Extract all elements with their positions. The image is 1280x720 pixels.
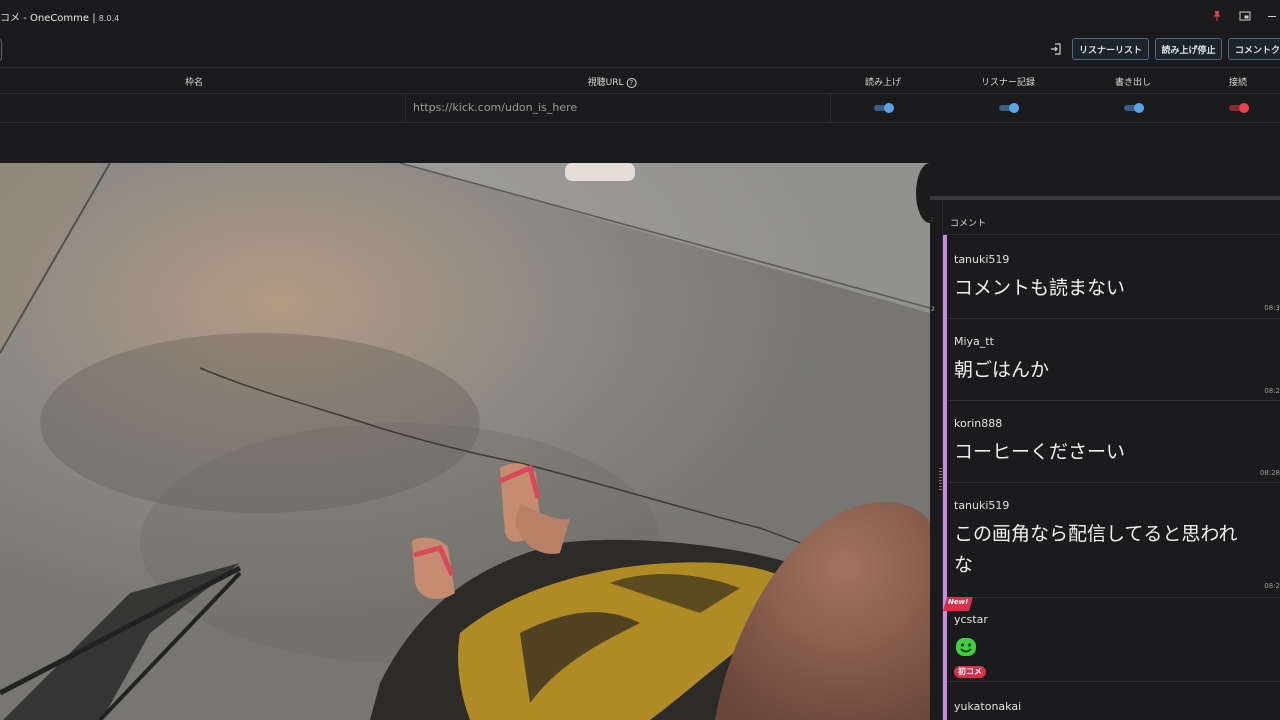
- login-icon[interactable]: [1049, 41, 1063, 55]
- comment-author: tanuki519: [954, 253, 1010, 266]
- header-export: 書き出し: [1114, 78, 1152, 88]
- header-url-label: 視聴URL: [587, 78, 624, 88]
- header-read: 読み上げ: [864, 78, 902, 88]
- header-name: 枠名: [184, 78, 204, 88]
- new-ribbon: New!: [943, 597, 973, 611]
- comment-time: 08:2: [1264, 387, 1280, 395]
- comment-panel: : 2 コメント tanuki519 コメントも読まない 08:3 Miya_t…: [930, 200, 1280, 720]
- comment-author: Miya_tt: [954, 335, 994, 348]
- header-listener: リスナー記録: [980, 78, 1036, 88]
- new-label: New!: [948, 598, 969, 606]
- comment-text: コーヒーくださーい: [954, 441, 1126, 463]
- title-bar: コメ - OneComme | 8.0.4: [0, 0, 1280, 32]
- export-toggle[interactable]: [1124, 103, 1146, 113]
- table-row: https://kick.com/udon_is_here: [0, 94, 1280, 123]
- help-icon[interactable]: ?: [626, 77, 637, 88]
- comment-column-header: コメント: [950, 219, 987, 229]
- url-input[interactable]: https://kick.com/udon_is_here: [413, 101, 577, 114]
- read-toggle[interactable]: [874, 103, 896, 113]
- listener-toggle[interactable]: [999, 103, 1021, 113]
- video-feed: [0, 163, 930, 720]
- comment-text: コメントも読まない: [954, 277, 1126, 299]
- pin-icon[interactable]: [1209, 8, 1225, 24]
- comment-text-line1: この画角なら配信してると思われ: [954, 523, 1238, 545]
- stop-reading-button[interactable]: 読み上げ停止: [1155, 38, 1222, 60]
- listener-list-button[interactable]: リスナーリスト: [1072, 38, 1149, 60]
- comment-author: tanuki519: [954, 499, 1010, 512]
- gutter-label: 2: [931, 306, 935, 313]
- camera-feed-image: [0, 163, 930, 720]
- panel-gutter[interactable]: : 2: [930, 200, 943, 720]
- first-comment-badge: 初コメ: [954, 666, 986, 678]
- gutter-label: :: [931, 216, 934, 223]
- table-header: 枠名 視聴URL ? 読み上げ リスナー記録 書き出し 接続: [0, 68, 1280, 94]
- url-cell[interactable]: https://kick.com/udon_is_here: [405, 94, 831, 122]
- comment-tester-button[interactable]: コメントク: [1228, 38, 1280, 60]
- comment-item[interactable]: tanuki519 コメントも読まない 08:3: [947, 235, 1280, 319]
- comment-author: yukatonakai: [954, 700, 1022, 713]
- left-edge-control[interactable]: [0, 39, 2, 61]
- comment-item[interactable]: ycstar 初コメ: [947, 598, 1280, 682]
- comment-item[interactable]: yukatonakai: [947, 682, 1280, 720]
- minimize-icon[interactable]: [1264, 8, 1280, 24]
- header-url: 視聴URL ?: [588, 75, 637, 88]
- smile-emote-icon: [955, 636, 977, 658]
- resize-handle[interactable]: [939, 468, 942, 490]
- comment-item[interactable]: korin888 コーヒーくださーい 08:28: [947, 401, 1280, 483]
- connect-toggle[interactable]: [1229, 103, 1251, 113]
- app-title: コメ - OneComme |: [0, 13, 99, 24]
- window-title: コメ - OneComme | 8.0.4: [0, 9, 119, 24]
- comment-time: 08:28: [1259, 469, 1280, 477]
- comment-text-line2: な: [954, 554, 974, 576]
- comment-time: 08:2: [1264, 582, 1280, 590]
- comment-time: 08:3: [1264, 304, 1280, 312]
- comment-author: ycstar: [954, 613, 988, 626]
- comment-item[interactable]: tanuki519 この画角なら配信してると思われ な 08:2: [947, 483, 1280, 598]
- toolbar: リスナーリスト 読み上げ停止 コメントク: [0, 32, 1280, 68]
- header-connect: 接続: [1228, 78, 1248, 88]
- comment-author: korin888: [954, 417, 1003, 430]
- app-version: 8.0.4: [98, 14, 120, 23]
- picture-in-picture-icon[interactable]: [1237, 8, 1253, 24]
- comment-text: 朝ごはんか: [954, 359, 1050, 381]
- comment-item[interactable]: Miya_tt 朝ごはんか 08:2: [947, 319, 1280, 401]
